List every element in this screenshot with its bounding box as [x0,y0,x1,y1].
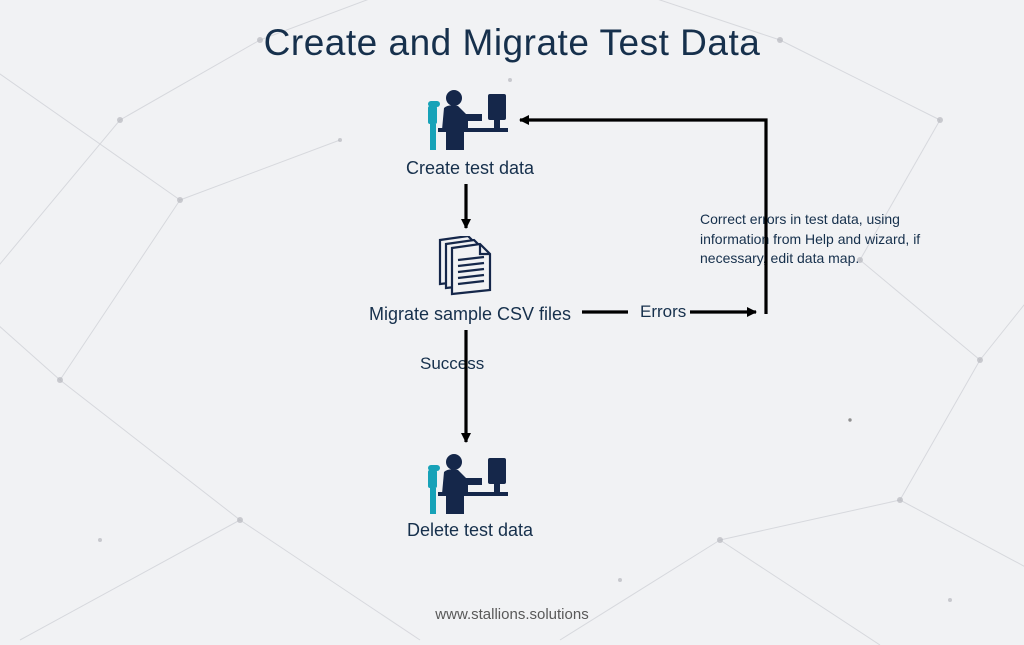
errors-label: Errors [640,302,686,322]
delete-test-data-icon [428,450,508,514]
footer-url: www.stallions.solutions [0,606,1024,623]
error-annotation: Correct errors in test data, using infor… [700,210,960,269]
create-test-data-icon [428,86,508,150]
delete-test-data-label: Delete test data [350,520,590,541]
create-test-data-label: Create test data [350,158,590,179]
migrate-csv-label: Migrate sample CSV files [350,304,590,325]
csv-files-icon [434,236,498,298]
diagram-title: Create and Migrate Test Data [0,22,1024,64]
success-label: Success [420,354,484,374]
